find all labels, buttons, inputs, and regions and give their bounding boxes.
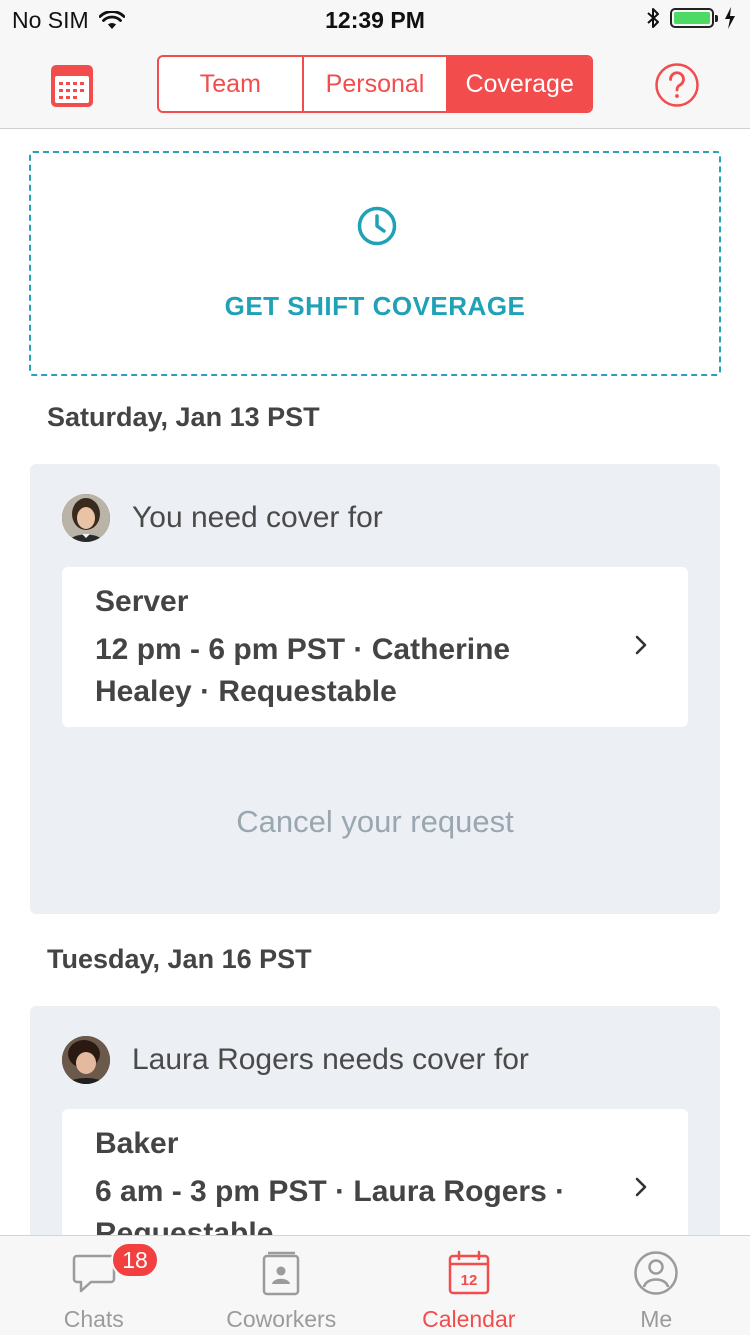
request-header: You need cover for xyxy=(62,494,383,542)
status-right-group xyxy=(646,6,736,30)
status-bar: No SIM 12:39 PM xyxy=(0,0,750,40)
charging-icon xyxy=(724,7,736,29)
tab-label: Calendar xyxy=(375,1306,563,1333)
date-header: Saturday, Jan 13 PST xyxy=(47,402,320,433)
help-icon[interactable] xyxy=(654,62,700,113)
tab-team[interactable]: Team xyxy=(159,57,302,111)
calendar-icon: 12 xyxy=(447,1250,491,1296)
chevron-right-icon xyxy=(634,634,648,656)
date-header: Tuesday, Jan 16 PST xyxy=(47,944,312,975)
chat-icon xyxy=(71,1250,117,1296)
calendar-icon[interactable] xyxy=(50,62,94,113)
request-header: Laura Rogers needs cover for xyxy=(62,1036,529,1084)
bluetooth-icon xyxy=(646,6,660,30)
shift-role: Baker xyxy=(95,1127,178,1161)
tab-calendar[interactable]: 12 Calendar xyxy=(375,1236,563,1335)
shift-details: 12 pm - 6 pm PST · Catherine Healey · Re… xyxy=(95,629,595,713)
tab-label: Chats xyxy=(0,1306,188,1333)
tab-label: Me xyxy=(563,1306,750,1333)
get-shift-coverage-button[interactable]: GET SHIFT COVERAGE xyxy=(29,151,721,376)
tab-chats[interactable]: 18 Chats xyxy=(0,1236,188,1335)
tab-coworkers[interactable]: Coworkers xyxy=(188,1236,376,1335)
shift-item[interactable]: Server 12 pm - 6 pm PST · Catherine Heal… xyxy=(62,567,688,727)
battery-level xyxy=(674,12,710,24)
avatar xyxy=(62,494,110,542)
profile-icon xyxy=(633,1250,679,1296)
tab-coverage[interactable]: Coverage xyxy=(446,57,591,111)
shift-role: Server xyxy=(95,585,188,619)
tab-personal[interactable]: Personal xyxy=(302,57,447,111)
tab-bar: 18 Chats Coworkers 12 Calendar Me xyxy=(0,1235,750,1335)
coverage-request-card: You need cover for Server 12 pm - 6 pm P… xyxy=(30,464,720,914)
tab-me[interactable]: Me xyxy=(563,1236,750,1335)
tab-label: Coworkers xyxy=(188,1306,376,1333)
calendar-day-number: 12 xyxy=(460,1272,477,1289)
unread-badge: 18 xyxy=(111,1242,159,1278)
cancel-request-button[interactable]: Cancel your request xyxy=(30,804,720,840)
schedule-view-switcher: Team Personal Coverage xyxy=(157,55,593,113)
status-time: 12:39 PM xyxy=(0,7,750,34)
request-title: Laura Rogers needs cover for xyxy=(132,1043,529,1077)
get-shift-coverage-label: GET SHIFT COVERAGE xyxy=(31,291,719,322)
avatar xyxy=(62,1036,110,1084)
coworkers-icon xyxy=(259,1250,303,1296)
battery-icon xyxy=(670,8,714,28)
chevron-right-icon xyxy=(634,1176,648,1198)
clock-icon xyxy=(356,205,398,247)
nav-bar: Team Personal Coverage xyxy=(0,40,750,129)
request-title: You need cover for xyxy=(132,501,383,535)
